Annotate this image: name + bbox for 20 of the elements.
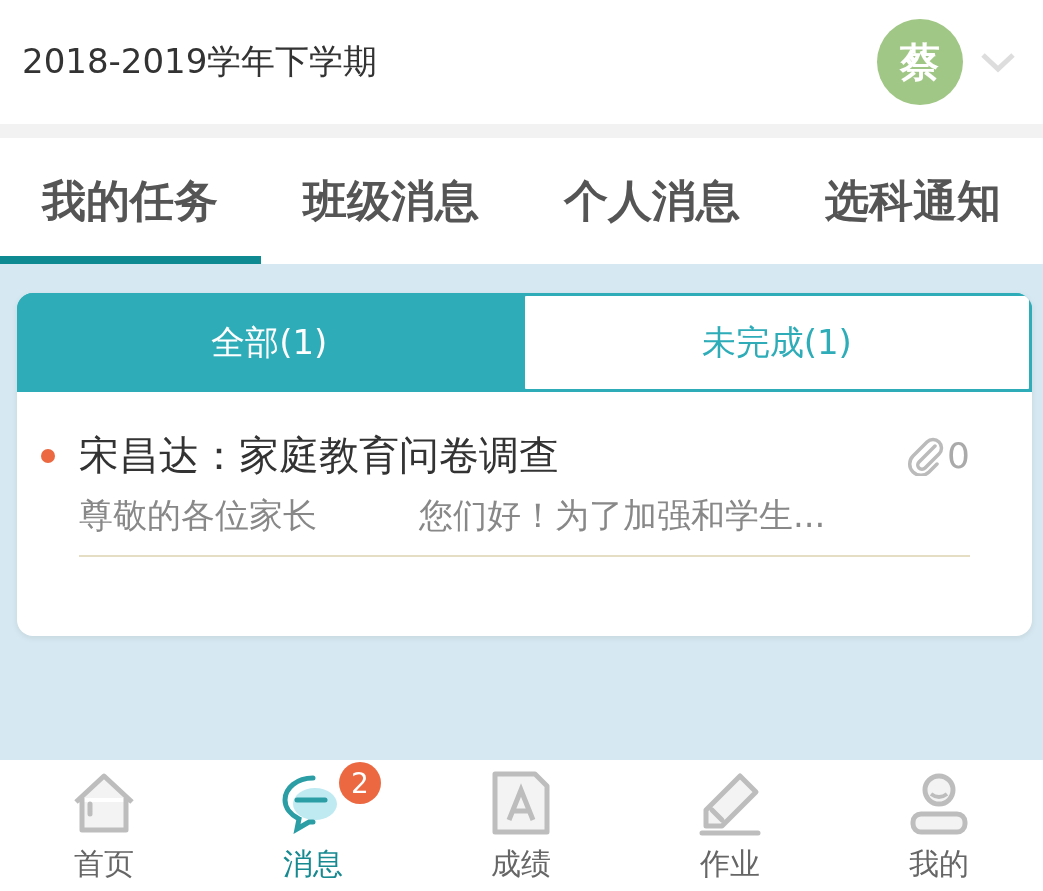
nav-item[interactable]: 作业 xyxy=(625,760,835,891)
nav-label: 首页 xyxy=(74,845,135,883)
nav-label: 作业 xyxy=(700,845,761,883)
attachment-count: 0 xyxy=(947,435,970,476)
tab[interactable]: 个人消息 xyxy=(521,138,783,264)
nav-label: 消息 xyxy=(282,845,343,883)
term-title: 2018-2019学年下学期 xyxy=(22,40,379,83)
tab[interactable]: 选科通知 xyxy=(782,138,1043,264)
nav-item[interactable]: 成绩 xyxy=(417,760,626,891)
nav-label: 成绩 xyxy=(491,845,552,883)
nav-item[interactable]: 我的 xyxy=(834,760,1043,891)
tab[interactable]: 我的任务 xyxy=(0,138,261,264)
paperclip-icon xyxy=(905,435,946,476)
tab[interactable]: 班级消息 xyxy=(260,138,522,264)
unread-badge: 2 xyxy=(338,762,381,804)
nav-item[interactable]: 首页 xyxy=(0,760,209,891)
nav-label: 我的 xyxy=(908,845,969,883)
task-title[interactable]: 宋昌达：家庭教育问卷调查 xyxy=(79,428,906,483)
nav-item[interactable]: 2 消息 xyxy=(208,760,418,891)
task-preview: 尊敬的各位家长 您们好！为了加强和学生... xyxy=(79,493,970,557)
